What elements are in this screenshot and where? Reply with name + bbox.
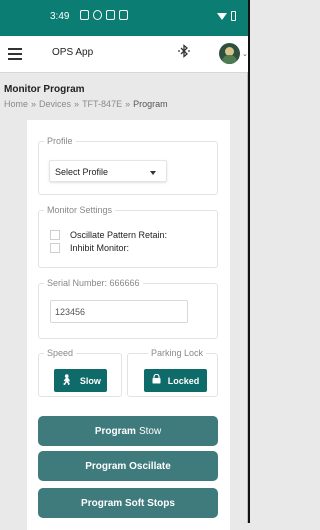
breadcrumb-separator: » [74, 99, 80, 109]
hamburger-menu-icon[interactable] [8, 48, 22, 63]
page-title: Monitor Program [4, 84, 85, 95]
program-stow-label-bold: Program [94, 425, 136, 437]
breadcrumb-home[interactable]: Home [4, 99, 28, 109]
inhibit-monitor-label: Inhibit Monitor: [70, 243, 130, 253]
bluetooth-icon[interactable] [177, 44, 191, 61]
status-notification-icons [80, 10, 128, 20]
program-soft-stops-label: Program Soft Stops [81, 497, 175, 509]
program-soft-stops-button[interactable]: Program Soft Stops [38, 488, 218, 518]
walking-person-icon: 🚶︎ [60, 375, 73, 386]
lock-icon [152, 373, 161, 387]
status-system-icons [217, 11, 236, 21]
breadcrumb-separator: » [125, 99, 131, 109]
wifi-icon [217, 12, 227, 20]
app-title: OPS App [52, 47, 94, 58]
avatar[interactable] [219, 43, 240, 64]
status-bar: 3:49 [0, 0, 248, 36]
oscillate-retain-label: Oscillate Pattern Retain: [70, 230, 168, 240]
breadcrumb-device[interactable]: TFT-847E [82, 99, 122, 109]
program-stow-button[interactable]: Program Stow [38, 416, 218, 446]
calendar-icon [106, 10, 115, 20]
dropdown-caret-icon [150, 171, 156, 175]
inhibit-monitor-option[interactable]: Inhibit Monitor: [50, 243, 129, 253]
parking-lock-button-label: Locked [167, 375, 200, 386]
serial-number-value: 123456 [55, 307, 86, 317]
breadcrumb-current: Program [133, 99, 168, 109]
speed-legend: Speed [44, 348, 77, 358]
program-stow-label-light: Stow [138, 425, 162, 437]
profile-legend: Profile [44, 136, 76, 146]
oscillate-retain-checkbox[interactable] [50, 230, 60, 240]
program-card: Profile Select Profile Monitor Settings … [27, 120, 230, 530]
battery-icon [231, 11, 236, 21]
sim-icon [80, 10, 89, 20]
program-oscillate-button[interactable]: Program Oscillate [38, 451, 218, 481]
message-icon [119, 10, 128, 20]
breadcrumb-devices[interactable]: Devices [39, 99, 71, 109]
speed-button-label: Slow [79, 375, 101, 386]
inhibit-monitor-checkbox[interactable] [50, 243, 60, 253]
oscillate-retain-option[interactable]: Oscillate Pattern Retain: [50, 230, 167, 240]
device-frame-edge [248, 0, 250, 523]
serial-number-input[interactable]: 123456 [50, 300, 188, 323]
chevron-down-icon[interactable]: ⌄ [242, 50, 248, 58]
speed-slow-button[interactable]: 🚶︎ Slow [54, 369, 107, 392]
breadcrumb-separator: » [31, 99, 37, 109]
profile-select-value: Select Profile [55, 167, 109, 177]
parking-lock-button[interactable]: Locked [144, 369, 207, 392]
breadcrumb: Home» Devices» TFT-847E» Program [4, 99, 168, 109]
app-bar: OPS App ⌄ [0, 36, 248, 73]
status-time: 3:49 [50, 11, 70, 22]
sync-icon [93, 10, 102, 20]
serial-legend: Serial Number: 666666 [44, 278, 143, 288]
program-oscillate-label: Program Oscillate [85, 460, 171, 472]
parking-lock-legend: Parking Lock [148, 348, 207, 358]
profile-select[interactable]: Select Profile [49, 160, 167, 182]
profile-section: Profile Select Profile [38, 136, 218, 195]
monitor-settings-legend: Monitor Settings [44, 205, 116, 215]
